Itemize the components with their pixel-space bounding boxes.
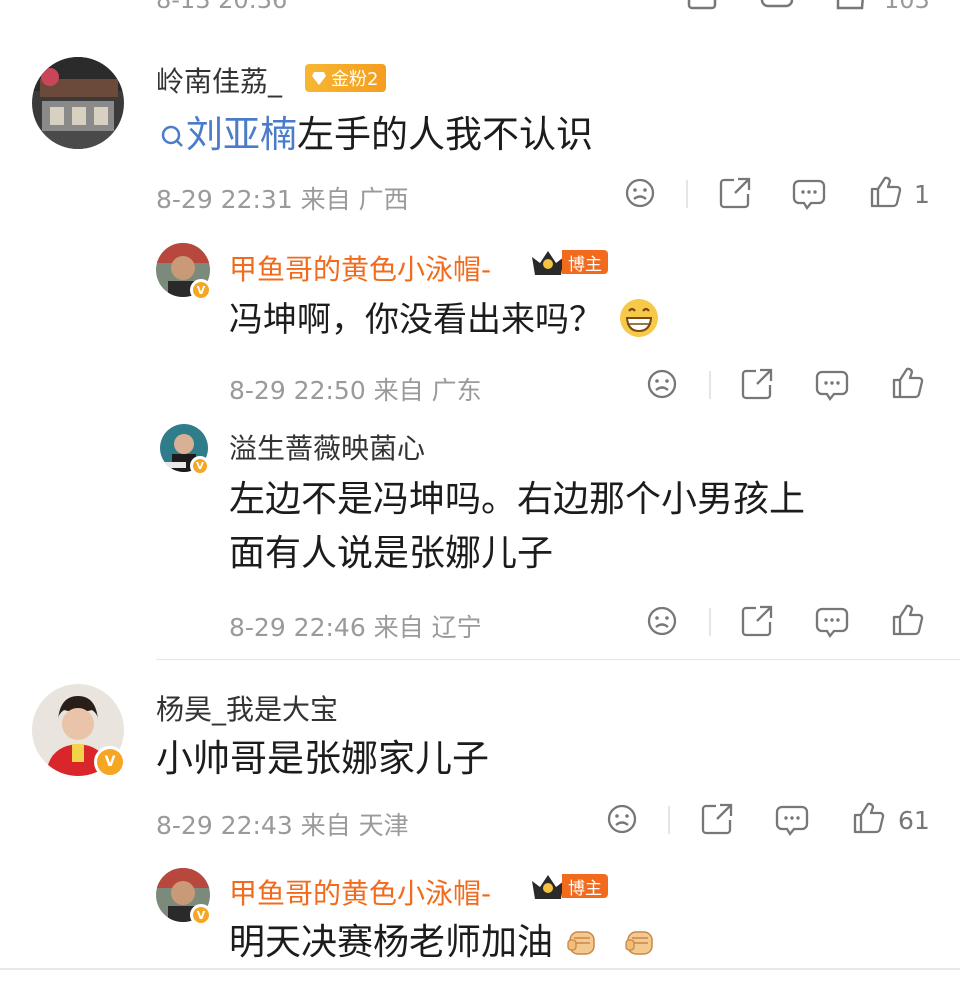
- comment-icon[interactable]: [775, 804, 809, 836]
- verified-badge-icon: V: [190, 904, 212, 926]
- share-icon[interactable]: [686, 0, 720, 12]
- like-icon[interactable]: [834, 0, 868, 12]
- crown-icon: [532, 875, 564, 899]
- fan-level-label: 金粉2: [331, 69, 379, 90]
- reply-text-line-2: 面有人说是张娜儿子: [229, 533, 554, 574]
- username[interactable]: 甲鱼哥的黄色小泳帽-: [229, 872, 491, 912]
- comment-meta: 8-29 22:43 来自 天津: [156, 811, 409, 840]
- verified-badge-icon: V: [190, 279, 212, 301]
- crown-icon: [532, 251, 564, 275]
- username[interactable]: 杨昊_我是大宝: [156, 688, 338, 728]
- reply-body: 冯坤啊，你没看出来吗？: [229, 300, 603, 340]
- divider: [668, 806, 670, 834]
- fan-level-badge: 金粉2: [305, 64, 387, 92]
- username[interactable]: 岭南佳荔_: [156, 60, 282, 100]
- search-link[interactable]: 刘亚楠: [158, 113, 297, 156]
- previous-like-count: 103: [884, 0, 930, 14]
- share-icon[interactable]: [700, 802, 734, 836]
- reply-body: 明天决赛杨老师加油: [229, 922, 554, 963]
- comment-body: 左手的人我不认识: [297, 113, 593, 156]
- reply-text: 明天决赛杨老师加油: [229, 918, 658, 968]
- search-term: 刘亚楠: [186, 113, 297, 156]
- share-icon[interactable]: [740, 604, 774, 638]
- dislike-face-icon[interactable]: [646, 368, 678, 400]
- divider: [709, 608, 711, 636]
- reply-meta: 8-29 22:46 来自 辽宁: [229, 613, 482, 642]
- like-count: 1: [914, 180, 930, 209]
- comment-text: 刘亚楠左手的人我不认识: [158, 110, 593, 160]
- reply-meta: 8-29 22:50 来自 广东: [229, 376, 482, 405]
- comment-text: 小帅哥是张娜家儿子: [156, 737, 489, 780]
- comment-icon[interactable]: [792, 178, 826, 210]
- comment-icon[interactable]: [815, 369, 849, 401]
- username[interactable]: 溢生蔷薇映菌心: [229, 427, 425, 467]
- like-icon[interactable]: [891, 366, 925, 400]
- host-badge: 博主: [530, 249, 608, 275]
- fist-icon: [567, 931, 596, 955]
- search-icon: [161, 125, 183, 147]
- bottom-divider: [0, 968, 960, 970]
- divider: [686, 180, 688, 208]
- fist-icon: [625, 931, 653, 955]
- verified-badge-icon: V: [190, 456, 210, 476]
- previous-meta: 8-13 20:36: [156, 0, 288, 14]
- dislike-face-icon[interactable]: [624, 177, 656, 209]
- share-icon[interactable]: [740, 367, 774, 401]
- host-label: 博主: [562, 250, 608, 275]
- like-icon[interactable]: [852, 801, 886, 835]
- diamond-icon: [312, 72, 326, 85]
- comment-meta: 8-29 22:31 来自 广西: [156, 185, 409, 214]
- host-badge: 博主: [530, 873, 608, 899]
- avatar[interactable]: [32, 57, 124, 149]
- previous-comment-footer: 8-13 20:36 103: [0, 0, 960, 22]
- comment-icon[interactable]: [760, 0, 794, 12]
- reply-text: 冯坤啊，你没看出来吗？: [229, 295, 660, 345]
- reply-text-line-1: 左边不是冯坤吗。右边那个小男孩上: [229, 479, 806, 520]
- share-icon[interactable]: [718, 176, 752, 210]
- username[interactable]: 甲鱼哥的黄色小泳帽-: [229, 248, 491, 288]
- dislike-face-icon[interactable]: [646, 605, 678, 637]
- like-count: 61: [898, 806, 930, 835]
- comment-icon[interactable]: [815, 606, 849, 638]
- grin-icon: [619, 299, 658, 337]
- host-label: 博主: [562, 874, 608, 899]
- comment-divider: [156, 659, 960, 660]
- like-icon[interactable]: [869, 175, 903, 209]
- verified-badge-icon: V: [94, 746, 126, 778]
- dislike-face-icon[interactable]: [606, 803, 638, 835]
- divider: [709, 371, 711, 399]
- like-icon[interactable]: [891, 603, 925, 637]
